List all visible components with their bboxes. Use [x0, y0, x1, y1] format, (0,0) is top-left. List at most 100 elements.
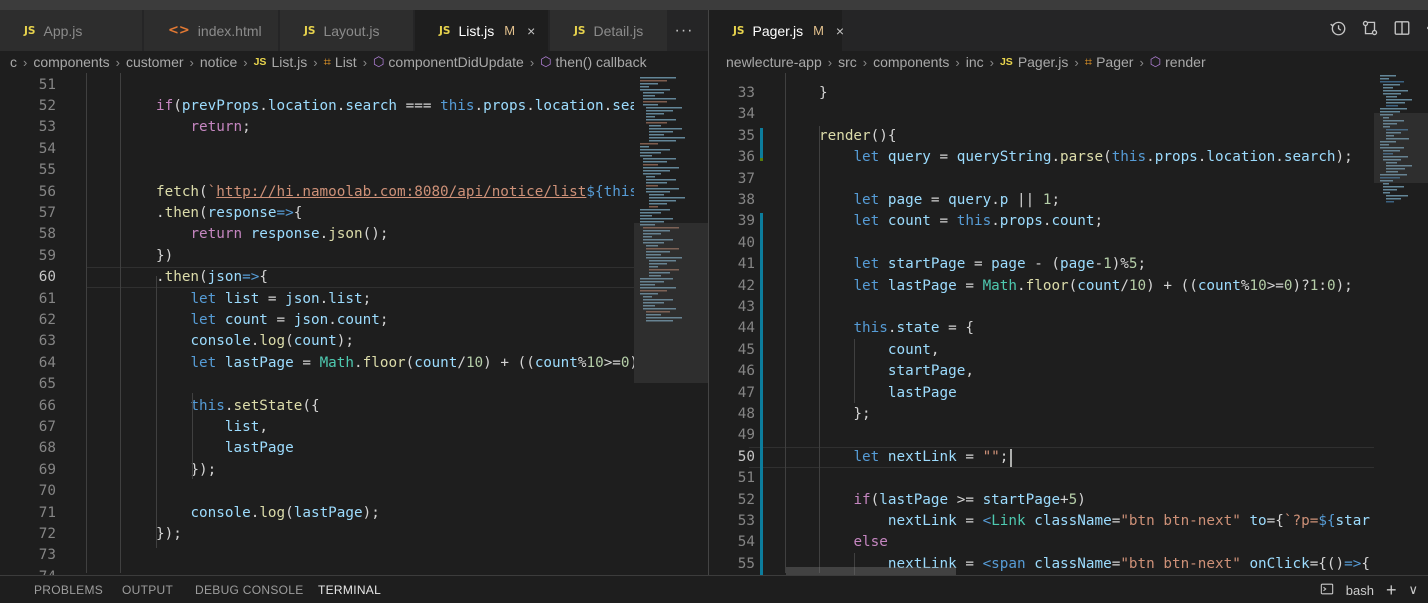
line-number: 36	[737, 149, 755, 166]
left-breadcrumb-item[interactable]: notice	[200, 54, 237, 70]
code-text: .then(response=>{	[156, 204, 303, 221]
left-tab-index-html[interactable]: <> index.html	[144, 10, 279, 51]
right-editor-group: JS Pager.js M × newlecture-app › src › componen…	[709, 10, 1428, 575]
minimap-line	[649, 128, 682, 130]
line-number: 64	[38, 354, 56, 371]
minimap-line	[1383, 84, 1400, 86]
terminal-name[interactable]: bash	[1346, 583, 1374, 598]
minimap-line	[643, 173, 661, 175]
line-number: 55	[737, 555, 755, 572]
left-breadcrumb-item[interactable]: ⌗ List	[324, 54, 357, 70]
right-tab-pager-js[interactable]: JS Pager.js M ×	[709, 10, 844, 51]
code-text: let count = json.count;	[190, 311, 389, 328]
indent-guide	[192, 393, 193, 479]
left-tab-app-js[interactable]: JS App.js	[0, 10, 143, 51]
left-tab-list-js[interactable]: JS List.js M ×	[415, 10, 549, 51]
minimap-line	[646, 176, 655, 178]
right-breadcrumb-item[interactable]: inc	[966, 54, 984, 70]
minimap-line	[1383, 93, 1401, 95]
minimap-line	[649, 203, 667, 205]
minimap-line	[649, 197, 685, 199]
terminal-dropdown-icon[interactable]: ∨	[1408, 582, 1418, 598]
minimap-line	[646, 110, 673, 112]
git-change-marker[interactable]	[760, 128, 763, 160]
minimap-line	[1380, 108, 1407, 110]
left-tab-layout-js[interactable]: JS Layout.js	[280, 10, 414, 51]
left-breadcrumb-item[interactable]: ⬡ then() callback	[540, 54, 646, 70]
minimap-line	[640, 212, 661, 214]
panel-tab-terminal[interactable]: TERMINAL	[318, 576, 381, 603]
timeline-icon[interactable]	[1329, 19, 1347, 42]
compare-changes-icon[interactable]	[1361, 19, 1379, 42]
right-breadcrumb-item[interactable]: JS Pager.js	[1000, 54, 1068, 70]
minimap-line	[1386, 195, 1408, 197]
code-text: })	[156, 247, 174, 264]
javascript-file-icon: JS	[304, 24, 316, 37]
class-symbol-icon: ⌗	[323, 54, 331, 69]
line-number: 44	[737, 320, 755, 337]
chevron-right-icon: ›	[115, 54, 120, 70]
code-line: 64 let lastPage = Math.floor(count/10) +…	[0, 353, 634, 374]
right-breadcrumb-item[interactable]: components	[873, 54, 949, 70]
code-line: 69 });	[0, 460, 634, 481]
code-line: 38 let page = query.p || 1;	[709, 190, 1374, 211]
line-number: 39	[737, 213, 755, 230]
right-breadcrumb-item[interactable]: ⌗ Pager	[1085, 54, 1134, 70]
git-change-marker[interactable]	[760, 158, 763, 161]
code-line: 70	[0, 481, 634, 502]
minimap-line	[643, 104, 658, 106]
right-code-area[interactable]: 33} 34 35 render(){36 let query = queryStri…	[709, 73, 1374, 575]
minimap-viewport[interactable]	[634, 223, 708, 383]
left-code-area[interactable]: 51 52 if(prevProps.location.search === thi…	[0, 73, 634, 575]
minimap-line	[646, 116, 655, 118]
breadcrumb-label: List	[334, 54, 357, 70]
right-horizontal-scrollbar[interactable]	[786, 567, 956, 575]
split-editor-icon[interactable]	[1393, 19, 1411, 42]
panel-tab-output[interactable]: OUTPUT	[122, 576, 173, 603]
left-minimap[interactable]	[634, 73, 708, 575]
minimap-line	[640, 80, 667, 82]
minimap-line	[643, 167, 679, 169]
minimap-line	[649, 206, 658, 208]
git-change-marker[interactable]	[760, 213, 763, 575]
code-line: 51	[0, 75, 634, 96]
code-line: 42 let lastPage = Math.floor(count/10) +…	[709, 276, 1374, 297]
code-text: };	[819, 406, 871, 422]
panel-tab-problems[interactable]: PROBLEMS	[34, 576, 103, 603]
close-icon[interactable]: ×	[836, 23, 844, 39]
line-number: 52	[737, 491, 755, 508]
right-breadcrumb-item[interactable]: ⬡ render	[1150, 54, 1206, 70]
line-number: 71	[38, 504, 56, 521]
code-line: 63 console.log(count);	[0, 331, 634, 352]
minimap-line	[649, 200, 676, 202]
right-breadcrumb-item[interactable]: src	[838, 54, 857, 70]
more-tabs-icon[interactable]: ···	[666, 10, 702, 51]
line-number: 72	[38, 525, 56, 542]
javascript-file-icon: JS	[439, 24, 451, 37]
minimap-viewport[interactable]	[1374, 113, 1428, 183]
chevron-right-icon: ›	[23, 54, 28, 70]
line-number: 74	[0, 567, 56, 575]
right-minimap[interactable]	[1374, 73, 1428, 575]
minimap-line	[1383, 186, 1404, 188]
add-terminal-button[interactable]: +	[1386, 580, 1397, 601]
right-tab-bar: JS Pager.js M ×	[709, 10, 1428, 51]
line-number: 51	[38, 76, 56, 93]
panel-tab-debug-console[interactable]: DEBUG CONSOLE	[195, 576, 304, 603]
left-breadcrumb-item[interactable]: customer	[126, 54, 184, 70]
left-breadcrumb-item[interactable]: components	[33, 54, 109, 70]
breadcrumb-label: then() callback	[555, 54, 647, 70]
right-breadcrumb-item[interactable]: newlecture-app	[726, 54, 822, 70]
code-line: 56 fetch(`http://hi.namoolab.com:8080/api…	[0, 182, 634, 203]
minimap-line	[646, 182, 667, 184]
close-icon[interactable]: ×	[527, 23, 535, 39]
left-breadcrumb-item[interactable]: c	[10, 54, 17, 70]
left-tab-detail-js[interactable]: JS Detail.js	[550, 10, 668, 51]
line-number: 73	[38, 547, 56, 564]
left-breadcrumb-item[interactable]: ⬡ componentDidUpdate	[373, 54, 524, 70]
window-title-strip	[0, 0, 1428, 10]
minimap-line	[643, 158, 676, 160]
left-breadcrumb-item[interactable]: JS List.js	[254, 54, 308, 70]
indent-guide	[785, 73, 786, 573]
line-number: 58	[38, 226, 56, 243]
